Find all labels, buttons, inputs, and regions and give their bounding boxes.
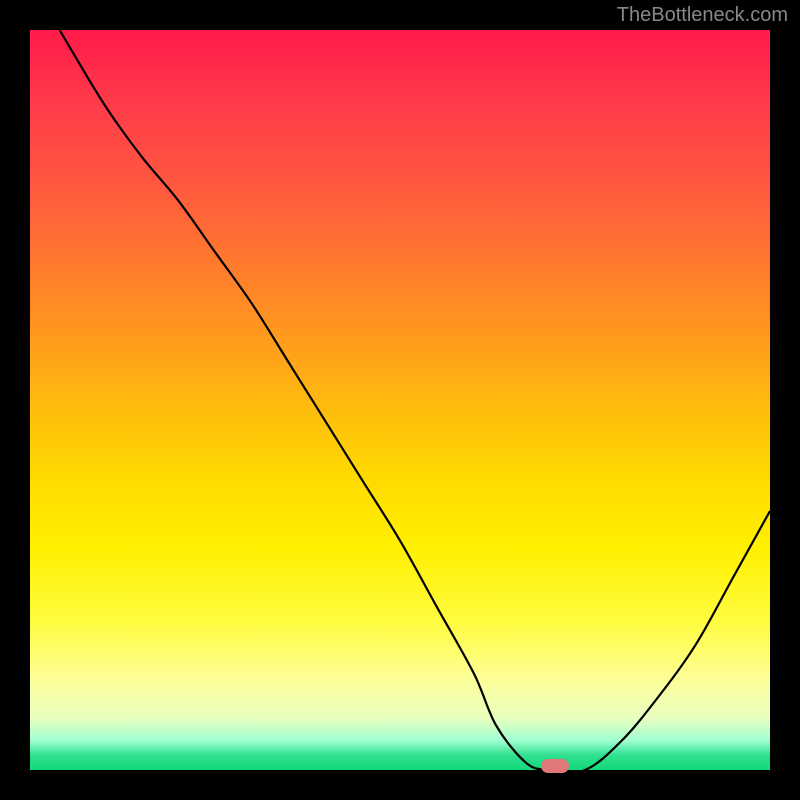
plot-area bbox=[30, 30, 770, 770]
chart-container: TheBottleneck.com bbox=[0, 0, 800, 800]
watermark-text: TheBottleneck.com bbox=[617, 4, 788, 27]
bottleneck-curve bbox=[30, 30, 770, 770]
optimal-marker bbox=[541, 759, 569, 773]
